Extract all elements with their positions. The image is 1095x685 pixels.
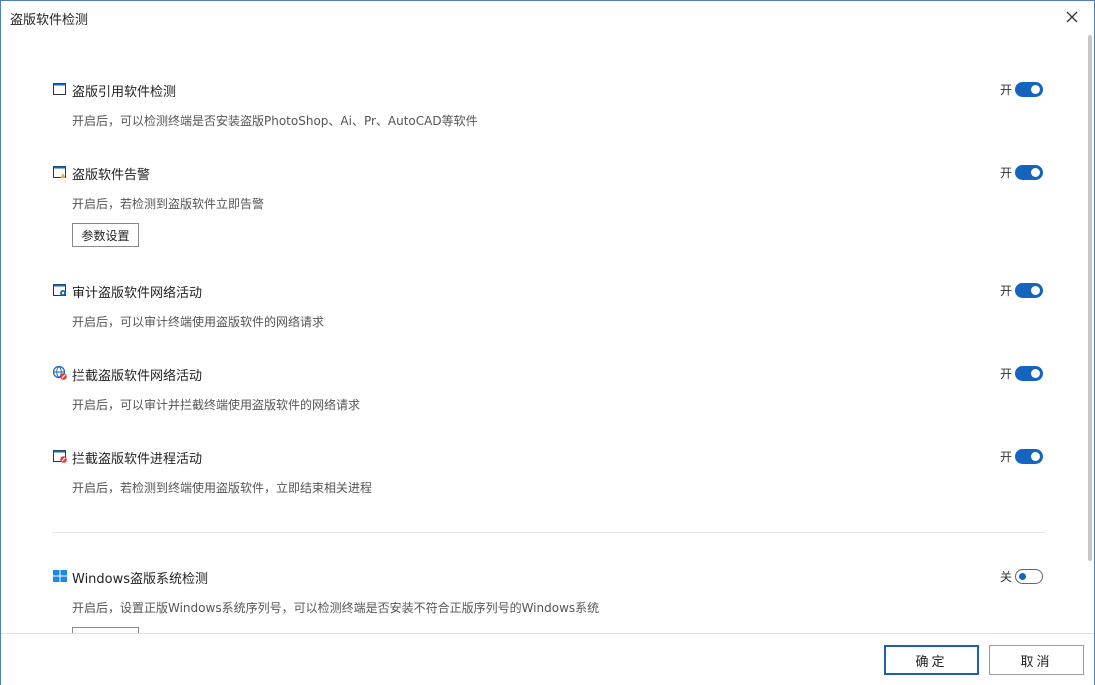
title-bar: 盗版软件检测 bbox=[1, 1, 1094, 33]
section-windows-piracy: Windows盗版系统检测 关 开启后，设置正版Windows系统序列号，可以检… bbox=[52, 567, 1045, 633]
section-description: 开启后，可以审计终端使用盗版软件的网络请求 bbox=[72, 315, 325, 329]
scrollbar[interactable] bbox=[1088, 35, 1092, 561]
windows-logo-icon bbox=[53, 570, 67, 582]
toggle-state-label: 关 bbox=[999, 569, 1012, 584]
window-icon bbox=[53, 83, 66, 95]
section-title: 拦截盗版软件网络活动 bbox=[72, 369, 203, 384]
param-settings-button[interactable]: 参数设置 bbox=[72, 223, 139, 247]
window-block-icon bbox=[53, 450, 67, 463]
window-network-icon bbox=[53, 284, 66, 296]
section-description: 开启后，设置正版Windows系统序列号，可以检测终端是否安装不符合正版序列号的… bbox=[72, 601, 600, 615]
toggle-state-label: 开 bbox=[999, 366, 1012, 381]
toggle-windows-piracy[interactable]: 关 bbox=[1000, 567, 1043, 585]
toggle-audit-network[interactable]: 开 bbox=[1000, 281, 1043, 299]
dialog-footer: 确定 取消 bbox=[1, 633, 1094, 685]
section-description: 开启后，若检测到盗版软件立即告警 bbox=[72, 197, 265, 211]
close-button[interactable] bbox=[1062, 7, 1082, 27]
toggle-state-label: 开 bbox=[999, 165, 1012, 180]
toggle-state-label: 开 bbox=[999, 449, 1012, 464]
toggle-switch[interactable] bbox=[1015, 282, 1043, 298]
dialog-window: 盗版软件检测 盗版引用软件检测 开 开启后，可以检测终端是否安装盗版PhotoS… bbox=[0, 0, 1095, 685]
toggle-block-process[interactable]: 开 bbox=[1000, 447, 1043, 465]
section-audit-network: 审计盗版软件网络活动 开 开启后，可以审计终端使用盗版软件的网络请求 bbox=[52, 281, 1045, 329]
section-block-process: 拦截盗版软件进程活动 开 开启后，若检测到终端使用盗版软件，立即结束相关进程 bbox=[52, 447, 1045, 495]
globe-block-icon bbox=[52, 365, 67, 380]
toggle-switch[interactable] bbox=[1015, 568, 1043, 584]
section-block-network: 拦截盗版软件网络活动 开 开启后，可以审计并拦截终端使用盗版软件的网络请求 bbox=[52, 364, 1045, 412]
toggle-state-label: 开 bbox=[999, 82, 1012, 97]
toggle-piracy-alert[interactable]: 开 bbox=[1000, 163, 1043, 181]
toggle-switch[interactable] bbox=[1015, 448, 1043, 464]
window-alert-icon bbox=[53, 166, 66, 178]
section-title: 拦截盗版软件进程活动 bbox=[72, 452, 203, 467]
toggle-switch[interactable] bbox=[1015, 81, 1043, 97]
section-piracy-software-detect: 盗版引用软件检测 开 开启后，可以检测终端是否安装盗版PhotoShop、Ai、… bbox=[52, 80, 1045, 128]
section-title: Windows盗版系统检测 bbox=[72, 572, 209, 587]
ok-button[interactable]: 确定 bbox=[884, 645, 979, 675]
toggle-piracy-software-detect[interactable]: 开 bbox=[1000, 80, 1043, 98]
section-title: 审计盗版软件网络活动 bbox=[72, 286, 203, 301]
section-description: 开启后，可以审计并拦截终端使用盗版软件的网络请求 bbox=[72, 398, 361, 412]
toggle-state-label: 开 bbox=[999, 283, 1012, 298]
section-piracy-alert: 盗版软件告警 开 开启后，若检测到盗版软件立即告警 参数设置 bbox=[52, 163, 1045, 247]
cancel-button[interactable]: 取消 bbox=[989, 645, 1084, 675]
close-icon bbox=[1066, 11, 1078, 23]
section-title: 盗版软件告警 bbox=[72, 168, 151, 183]
section-divider bbox=[52, 532, 1045, 533]
section-description: 开启后，可以检测终端是否安装盗版PhotoShop、Ai、Pr、AutoCAD等… bbox=[72, 114, 478, 128]
toggle-switch[interactable] bbox=[1015, 164, 1043, 180]
section-description: 开启后，若检测到终端使用盗版软件，立即结束相关进程 bbox=[72, 481, 373, 495]
toggle-block-network[interactable]: 开 bbox=[1000, 364, 1043, 382]
window-title: 盗版软件检测 bbox=[10, 13, 89, 28]
section-title: 盗版引用软件检测 bbox=[72, 85, 177, 100]
content-area: 盗版引用软件检测 开 开启后，可以检测终端是否安装盗版PhotoShop、Ai、… bbox=[1, 33, 1094, 633]
toggle-switch[interactable] bbox=[1015, 365, 1043, 381]
